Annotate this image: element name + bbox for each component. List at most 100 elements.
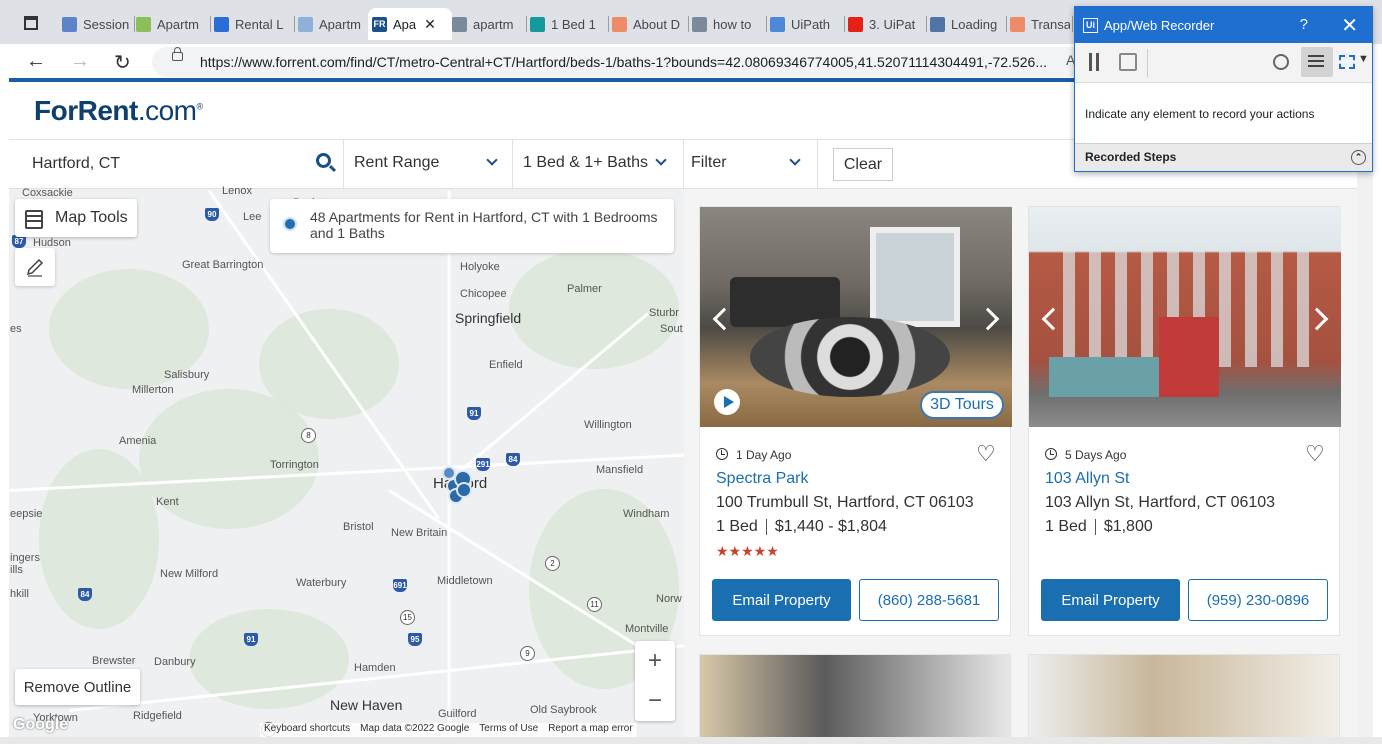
app-web-recorder-window: Ui App/Web Recorder ? ✕ ▼ Indicate any e… [1074, 6, 1373, 172]
zoom-in-button[interactable]: + [635, 641, 675, 681]
rent-range-dropdown[interactable]: Rent Range [354, 154, 439, 172]
tab-label: 3. UiPat [869, 16, 916, 32]
tab-favicon-icon [692, 16, 707, 32]
map-place-label: Enfield [489, 359, 523, 371]
page-scrollbar[interactable] [1357, 82, 1373, 737]
window-icon[interactable] [24, 16, 38, 30]
property-name-link[interactable]: Spectra Park [716, 470, 808, 488]
tab-favicon-icon [930, 16, 945, 32]
target-icon[interactable] [1273, 54, 1289, 70]
recorded-steps-header[interactable]: Recorded Steps ⌃ [1075, 143, 1372, 171]
tab-label: About D [633, 16, 680, 32]
tab-label: Session [83, 16, 130, 32]
3d-tours-button[interactable]: 3D Tours [920, 391, 1004, 419]
tab-favicon-icon [848, 16, 863, 32]
dropdown-arrow-icon[interactable]: ▼ [1358, 53, 1369, 65]
tab-favicon-icon [136, 16, 151, 32]
browser-tab[interactable]: 3. UiPat [848, 8, 924, 40]
save-icon[interactable] [1119, 53, 1137, 71]
report-error-link[interactable]: Report a map error [548, 723, 632, 737]
clear-button[interactable]: Clear [833, 148, 893, 181]
heart-icon[interactable]: ♡ [1305, 443, 1325, 465]
tab-label: Loading [951, 16, 998, 32]
browser-tab[interactable]: Loading [930, 8, 1004, 40]
beds-baths-dropdown[interactable]: 1 Bed & 1+ Baths [523, 154, 648, 172]
zoom-out-button[interactable]: − [635, 681, 675, 721]
terms-link[interactable]: Terms of Use [479, 723, 538, 737]
forrent-logo[interactable]: ForRent.com® [34, 95, 203, 127]
map-cluster-pin[interactable] [442, 466, 456, 480]
browser-tab[interactable]: apartm [452, 8, 524, 40]
listing-photo[interactable] [1029, 207, 1341, 427]
keyboard-shortcuts-link[interactable]: Keyboard shortcuts [264, 723, 350, 737]
recorder-title: App/Web Recorder [1104, 17, 1215, 33]
map-tools-button[interactable]: Map Tools [15, 199, 137, 237]
screen-capture-icon[interactable] [1339, 55, 1355, 69]
email-property-button[interactable]: Email Property [1041, 579, 1180, 621]
forward-arrow-icon[interactable]: → [70, 50, 90, 73]
map-place-label: Guilford [438, 708, 477, 720]
tab-favicon-icon [770, 16, 785, 32]
phone-button[interactable]: (959) 230-0896 [1188, 579, 1328, 621]
tab-label: Apartm [319, 16, 361, 32]
browser-tab[interactable]: FR Apa ✕ [368, 8, 452, 40]
back-arrow-icon[interactable]: ← [26, 50, 46, 73]
draw-button[interactable] [15, 248, 55, 286]
tab-label: Apa [393, 16, 417, 32]
browser-tab[interactable]: About D [612, 8, 686, 40]
browser-tab[interactable]: 1 Bed 1 [530, 8, 606, 40]
browser-tab[interactable]: Session [62, 8, 132, 40]
listing-card[interactable]: 5 Days Ago ♡ 103 Allyn St 103 Allyn St, … [1028, 206, 1341, 636]
route-marker-icon: 15 [400, 610, 415, 625]
map-cluster-pin[interactable] [456, 482, 472, 498]
listing-card[interactable] [699, 654, 1011, 737]
tab-close-icon[interactable]: ✕ [424, 16, 436, 33]
help-icon[interactable]: ? [1300, 16, 1308, 33]
map-place-label: Sout [660, 323, 683, 335]
browser-tab[interactable]: Rental L [214, 8, 292, 40]
browser-tab[interactable]: Apartm [298, 8, 368, 40]
browser-tab[interactable]: Transac [1010, 8, 1070, 40]
map-place-label: hkill [10, 588, 29, 600]
map-place-label: Brewster [92, 655, 136, 667]
tab-separator [688, 16, 689, 32]
tab-label: 1 Bed 1 [551, 16, 596, 32]
heart-icon[interactable]: ♡ [976, 443, 996, 465]
reload-icon[interactable]: ↻ [114, 50, 131, 75]
listing-photo[interactable]: 3D Tours [700, 207, 1012, 427]
chevron-right-icon[interactable] [1305, 307, 1329, 331]
lock-icon[interactable] [172, 47, 183, 61]
close-icon[interactable]: ✕ [1341, 13, 1358, 38]
listing-card[interactable]: 3D Tours 1 Day Ago ♡ Spectra Park 100 Tr… [699, 206, 1012, 636]
divider [817, 139, 818, 189]
tab-separator [766, 16, 767, 32]
play-icon[interactable] [714, 389, 740, 415]
rating-stars: ★★★★★ [716, 543, 779, 559]
email-property-button[interactable]: Email Property [712, 579, 851, 621]
interstate-shield-icon: 84 [506, 453, 520, 466]
tab-separator [608, 16, 609, 32]
interstate-shield-icon: 691 [393, 579, 407, 592]
recorded-steps-toggle[interactable] [1301, 47, 1333, 77]
browser-tab[interactable]: how to [692, 8, 764, 40]
map-place-label: Lenox [222, 185, 252, 197]
chevron-right-icon[interactable] [976, 307, 1000, 331]
search-icon[interactable] [316, 153, 331, 168]
browser-tab[interactable]: Apartm [136, 8, 208, 40]
collapse-icon[interactable]: ⌃ [1351, 150, 1366, 165]
logo-com: .com [137, 95, 197, 126]
route-marker-icon: 11 [587, 597, 602, 612]
property-name-link[interactable]: 103 Allyn St [1045, 470, 1130, 488]
address-bar[interactable]: https://www.forrent.com/find/CT/metro-Ce… [152, 47, 1132, 77]
pause-icon[interactable] [1089, 53, 1099, 71]
filter-dropdown[interactable]: Filter [691, 154, 727, 172]
remove-outline-button[interactable]: Remove Outline [15, 669, 140, 705]
listing-card[interactable] [1028, 654, 1340, 737]
phone-button[interactable]: (860) 288-5681 [859, 579, 999, 621]
tab-separator [134, 16, 135, 32]
map-place-label: Old Saybrook [530, 704, 597, 716]
pencil-icon [26, 258, 44, 277]
browser-tab[interactable]: UiPath [770, 8, 842, 40]
location-input[interactable]: Hartford, CT [32, 155, 120, 173]
results-summary: 48 Apartments for Rent in Hartford, CT w… [270, 199, 674, 253]
